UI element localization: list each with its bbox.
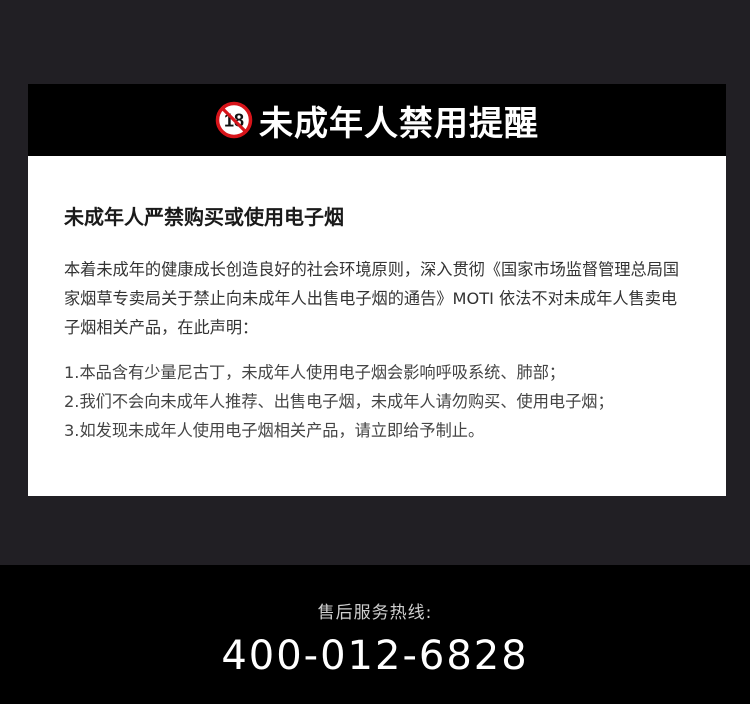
notice-header: 18 未成年人禁用提醒 [28,84,726,156]
notice-card: 18 未成年人禁用提醒 未成年人严禁购买或使用电子烟 本着未成年的健康成长创造良… [28,84,726,496]
notice-point: 3.如发现未成年人使用电子烟相关产品，请立即给予制止。 [64,421,485,440]
hotline-number[interactable]: 400-012-6828 [0,633,750,679]
notice-points: 1.本品含有少量尼古丁，未成年人使用电子烟会影响呼吸系统、肺部； 2.我们不会向… [64,358,690,445]
no-under-18-icon: 18 [215,101,253,139]
notice-body: 未成年人严禁购买或使用电子烟 本着未成年的健康成长创造良好的社会环境原则，深入贯… [28,156,726,445]
notice-intro: 本着未成年的健康成长创造良好的社会环境原则，深入贯彻《国家市场监督管理总局国家烟… [64,260,680,337]
service-footer: 售后服务热线: 400-012-6828 [0,565,750,704]
notice-point: 1.本品含有少量尼古丁，未成年人使用电子烟会影响呼吸系统、肺部； [64,363,566,382]
notice-point: 2.我们不会向未成年人推荐、出售电子烟，未成年人请勿购买、使用电子烟； [64,392,614,411]
notice-title: 未成年人禁用提醒 [259,103,539,144]
hotline-label: 售后服务热线: [317,603,433,623]
notice-heading: 未成年人严禁购买或使用电子烟 [64,205,344,229]
